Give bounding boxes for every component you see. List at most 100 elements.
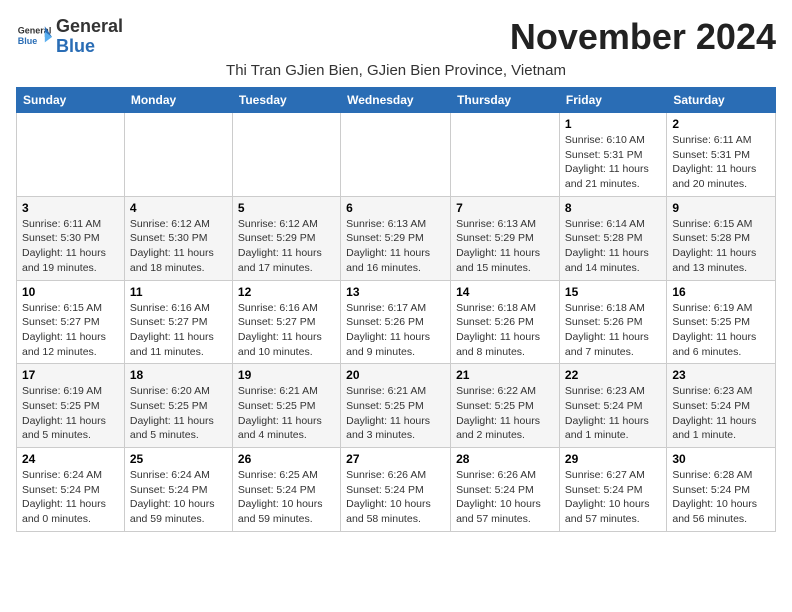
- day-number: 7: [456, 201, 554, 215]
- day-number: 12: [238, 285, 335, 299]
- calendar-cell: 25 Sunrise: 6:24 AM Sunset: 5:24 PM Dayli…: [124, 448, 232, 532]
- location-title: Thi Tran GJien Bien, GJien Bien Province…: [16, 62, 776, 79]
- month-title: November 2024: [510, 16, 776, 58]
- calendar-cell: 16Sunrise: 6:19 AM Sunset: 5:25 PM Dayli…: [667, 280, 776, 364]
- day-number: 9: [672, 201, 770, 215]
- day-number: 20: [346, 368, 445, 382]
- day-detail: Sunrise: 6:23 AM Sunset: 5:24 PM Dayligh…: [565, 384, 661, 443]
- weekday-header-monday: Monday: [124, 88, 232, 113]
- day-detail: Sunrise: 6:19 AM Sunset: 5:25 PM Dayligh…: [22, 384, 119, 443]
- day-number: 10: [22, 285, 119, 299]
- day-detail: Sunrise: 6:16 AM Sunset: 5:27 PM Dayligh…: [130, 301, 227, 360]
- day-detail: Sunrise: 6:17 AM Sunset: 5:26 PM Dayligh…: [346, 301, 445, 360]
- day-number: 30: [672, 452, 770, 466]
- day-number: 17: [22, 368, 119, 382]
- calendar-cell: 23 Sunrise: 6:23 AM Sunset: 5:24 PM Dayli…: [667, 364, 776, 448]
- day-detail: Sunrise: 6:15 AM Sunset: 5:28 PM Dayligh…: [672, 217, 770, 276]
- calendar-cell: 9 Sunrise: 6:15 AM Sunset: 5:28 PM Daylig…: [667, 196, 776, 280]
- day-detail: Sunrise: 6:12 AM Sunset: 5:29 PM Dayligh…: [238, 217, 335, 276]
- day-number: 28: [456, 452, 554, 466]
- day-detail: Sunrise: 6:11 AM Sunset: 5:30 PM Dayligh…: [22, 217, 119, 276]
- day-detail: Sunrise: 6:22 AM Sunset: 5:25 PM Dayligh…: [456, 384, 554, 443]
- day-number: 15: [565, 285, 661, 299]
- calendar-cell: 22 Sunrise: 6:23 AM Sunset: 5:24 PM Dayli…: [559, 364, 666, 448]
- weekday-header-friday: Friday: [559, 88, 666, 113]
- day-detail: Sunrise: 6:26 AM Sunset: 5:24 PM Dayligh…: [346, 468, 445, 527]
- svg-text:Blue: Blue: [18, 36, 38, 46]
- day-detail: Sunrise: 6:23 AM Sunset: 5:24 PM Dayligh…: [672, 384, 770, 443]
- day-detail: Sunrise: 6:16 AM Sunset: 5:27 PM Dayligh…: [238, 301, 335, 360]
- day-detail: Sunrise: 6:19 AM Sunset: 5:25 PM Dayligh…: [672, 301, 770, 360]
- calendar-cell: 3 Sunrise: 6:11 AM Sunset: 5:30 PM Daylig…: [17, 196, 125, 280]
- calendar-cell: 1 Sunrise: 6:10 AM Sunset: 5:31 PM Daylig…: [559, 113, 666, 197]
- day-number: 19: [238, 368, 335, 382]
- day-number: 1: [565, 117, 661, 131]
- day-detail: Sunrise: 6:25 AM Sunset: 5:24 PM Dayligh…: [238, 468, 335, 527]
- calendar-table: SundayMondayTuesdayWednesdayThursdayFrid…: [16, 87, 776, 532]
- day-number: 2: [672, 117, 770, 131]
- day-detail: Sunrise: 6:18 AM Sunset: 5:26 PM Dayligh…: [565, 301, 661, 360]
- calendar-cell: 15 Sunrise: 6:18 AM Sunset: 5:26 PM Dayli…: [559, 280, 666, 364]
- day-number: 27: [346, 452, 445, 466]
- day-detail: Sunrise: 6:24 AM Sunset: 5:24 PM Dayligh…: [22, 468, 119, 527]
- calendar-cell: 17 Sunrise: 6:19 AM Sunset: 5:25 PM Dayli…: [17, 364, 125, 448]
- day-detail: Sunrise: 6:20 AM Sunset: 5:25 PM Dayligh…: [130, 384, 227, 443]
- calendar-cell: 18Sunrise: 6:20 AM Sunset: 5:25 PM Dayli…: [124, 364, 232, 448]
- calendar-cell: 13 Sunrise: 6:17 AM Sunset: 5:26 PM Dayli…: [341, 280, 451, 364]
- day-number: 8: [565, 201, 661, 215]
- calendar-cell: 8 Sunrise: 6:14 AM Sunset: 5:28 PM Daylig…: [559, 196, 666, 280]
- logo-icon: General Blue: [16, 19, 52, 55]
- day-detail: Sunrise: 6:13 AM Sunset: 5:29 PM Dayligh…: [456, 217, 554, 276]
- day-detail: Sunrise: 6:28 AM Sunset: 5:24 PM Dayligh…: [672, 468, 770, 527]
- day-number: 3: [22, 201, 119, 215]
- day-number: 24: [22, 452, 119, 466]
- day-detail: Sunrise: 6:21 AM Sunset: 5:25 PM Dayligh…: [238, 384, 335, 443]
- day-detail: Sunrise: 6:10 AM Sunset: 5:31 PM Dayligh…: [565, 133, 661, 192]
- calendar-cell: 10 Sunrise: 6:15 AM Sunset: 5:27 PM Dayli…: [17, 280, 125, 364]
- day-number: 13: [346, 285, 445, 299]
- day-number: 5: [238, 201, 335, 215]
- logo: General Blue General Blue: [16, 17, 123, 57]
- calendar-cell: [341, 113, 451, 197]
- day-number: 22: [565, 368, 661, 382]
- calendar-cell: 14Sunrise: 6:18 AM Sunset: 5:26 PM Dayli…: [451, 280, 560, 364]
- day-number: 26: [238, 452, 335, 466]
- day-detail: Sunrise: 6:13 AM Sunset: 5:29 PM Dayligh…: [346, 217, 445, 276]
- calendar-cell: 7 Sunrise: 6:13 AM Sunset: 5:29 PM Daylig…: [451, 196, 560, 280]
- day-detail: Sunrise: 6:11 AM Sunset: 5:31 PM Dayligh…: [672, 133, 770, 192]
- calendar-cell: 5 Sunrise: 6:12 AM Sunset: 5:29 PM Daylig…: [232, 196, 340, 280]
- day-detail: Sunrise: 6:26 AM Sunset: 5:24 PM Dayligh…: [456, 468, 554, 527]
- calendar-cell: 2 Sunrise: 6:11 AM Sunset: 5:31 PM Daylig…: [667, 113, 776, 197]
- day-detail: Sunrise: 6:14 AM Sunset: 5:28 PM Dayligh…: [565, 217, 661, 276]
- weekday-header-sunday: Sunday: [17, 88, 125, 113]
- calendar-cell: 24 Sunrise: 6:24 AM Sunset: 5:24 PM Dayli…: [17, 448, 125, 532]
- weekday-header-tuesday: Tuesday: [232, 88, 340, 113]
- weekday-header-saturday: Saturday: [667, 88, 776, 113]
- calendar-cell: 19 Sunrise: 6:21 AM Sunset: 5:25 PM Dayli…: [232, 364, 340, 448]
- calendar-cell: [232, 113, 340, 197]
- calendar-cell: 20 Sunrise: 6:21 AM Sunset: 5:25 PM Dayli…: [341, 364, 451, 448]
- day-detail: Sunrise: 6:15 AM Sunset: 5:27 PM Dayligh…: [22, 301, 119, 360]
- calendar-cell: 30 Sunrise: 6:28 AM Sunset: 5:24 PM Dayli…: [667, 448, 776, 532]
- day-detail: Sunrise: 6:24 AM Sunset: 5:24 PM Dayligh…: [130, 468, 227, 527]
- day-number: 21: [456, 368, 554, 382]
- weekday-header-thursday: Thursday: [451, 88, 560, 113]
- day-number: 6: [346, 201, 445, 215]
- calendar-cell: 12 Sunrise: 6:16 AM Sunset: 5:27 PM Dayli…: [232, 280, 340, 364]
- day-number: 4: [130, 201, 227, 215]
- calendar-cell: [17, 113, 125, 197]
- day-number: 11: [130, 285, 227, 299]
- day-number: 23: [672, 368, 770, 382]
- calendar-cell: 4Sunrise: 6:12 AM Sunset: 5:30 PM Daylig…: [124, 196, 232, 280]
- day-detail: Sunrise: 6:27 AM Sunset: 5:24 PM Dayligh…: [565, 468, 661, 527]
- calendar-cell: [124, 113, 232, 197]
- calendar-cell: 11 Sunrise: 6:16 AM Sunset: 5:27 PM Dayli…: [124, 280, 232, 364]
- calendar-cell: 21 Sunrise: 6:22 AM Sunset: 5:25 PM Dayli…: [451, 364, 560, 448]
- day-detail: Sunrise: 6:21 AM Sunset: 5:25 PM Dayligh…: [346, 384, 445, 443]
- calendar-cell: 29Sunrise: 6:27 AM Sunset: 5:24 PM Dayli…: [559, 448, 666, 532]
- weekday-header-wednesday: Wednesday: [341, 88, 451, 113]
- calendar-cell: 28 Sunrise: 6:26 AM Sunset: 5:24 PM Dayli…: [451, 448, 560, 532]
- day-number: 25: [130, 452, 227, 466]
- calendar-cell: [451, 113, 560, 197]
- day-number: 14: [456, 285, 554, 299]
